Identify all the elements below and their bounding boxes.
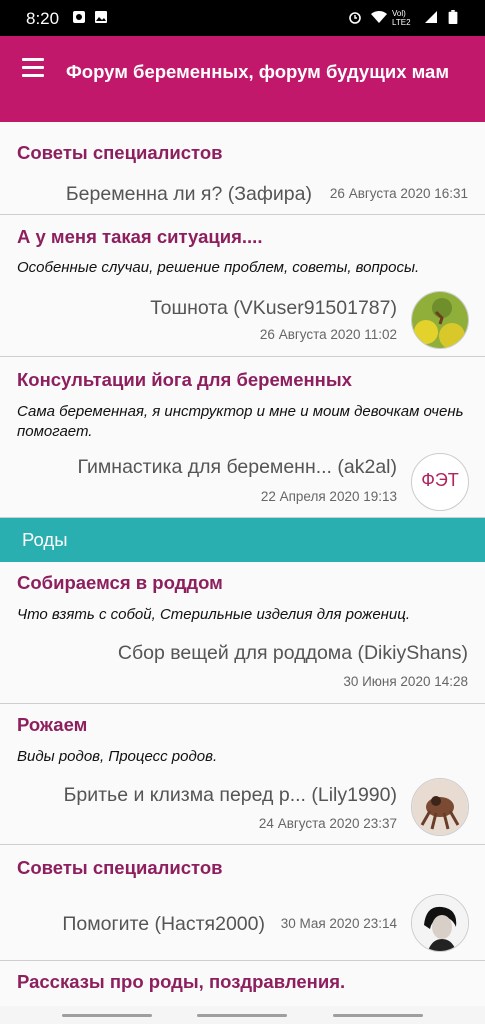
- last-topic-link[interactable]: Гимнастика для беременн... (ak2al): [78, 456, 397, 479]
- forum-category[interactable]: Рожаем Виды родов, Процесс родов. Бритье…: [0, 704, 485, 845]
- status-time: 8:20: [26, 9, 60, 28]
- last-post-date: 26 Августа 2020 11:02: [259, 327, 397, 342]
- wifi-icon: [371, 10, 387, 23]
- menu-button[interactable]: [22, 58, 44, 78]
- category-title[interactable]: Собираемся в роддом: [17, 572, 223, 594]
- forum-category[interactable]: Советы специалистов Помогите (Настя2000)…: [0, 845, 485, 961]
- app-bar: Форум беременных, форум будущих мам: [0, 36, 485, 122]
- section-label: Роды: [22, 529, 68, 550]
- last-topic-link[interactable]: Сбор вещей для роддома (DikiyShans): [118, 642, 468, 665]
- last-post-date: 26 Августа 2020 16:31: [329, 186, 468, 201]
- status-bar: 8:20 Vol) LTE2: [0, 0, 485, 36]
- user-avatar[interactable]: [411, 894, 469, 952]
- gallery-icon: [95, 11, 107, 23]
- last-post-date: 24 Августа 2020 23:37: [258, 816, 397, 831]
- battery-icon: [448, 10, 458, 24]
- user-avatar[interactable]: ФЭТ: [411, 453, 469, 511]
- last-topic-link[interactable]: Беременна ли я? (Зафира): [66, 183, 312, 206]
- user-avatar[interactable]: [411, 778, 469, 836]
- last-post-date: 30 Июня 2020 14:28: [343, 674, 468, 689]
- nav-home-handle[interactable]: [197, 1014, 287, 1017]
- section-header: Роды: [0, 518, 485, 562]
- notification-icon: [73, 11, 85, 23]
- forum-category[interactable]: Рассказы про роды, поздравления.: [0, 961, 485, 1006]
- forum-list[interactable]: Советы специалистов Беременна ли я? (Заф…: [0, 122, 485, 1006]
- last-post-date: 30 Мая 2020 23:14: [280, 916, 397, 931]
- category-description: Особенные случаи, решение проблем, совет…: [17, 259, 420, 276]
- signal-icon: [425, 11, 437, 23]
- last-post-date: 22 Апреля 2020 19:13: [260, 489, 397, 504]
- category-title[interactable]: Советы специалистов: [17, 857, 223, 879]
- alarm-icon: [349, 12, 361, 24]
- category-title[interactable]: Советы специалистов: [17, 142, 223, 164]
- forum-category[interactable]: Собираемся в роддом Что взять с собой, С…: [0, 562, 485, 704]
- category-description: Виды родов, Процесс родов.: [17, 748, 218, 765]
- forum-category[interactable]: А у меня такая ситуация.... Особенные сл…: [0, 215, 485, 357]
- category-title[interactable]: Рожаем: [17, 714, 87, 736]
- category-description: Что взять с собой, Стерильные изделия дл…: [17, 606, 410, 623]
- network-label: Vol) LTE2: [392, 9, 411, 27]
- category-title[interactable]: Консультации йога для беременных: [17, 369, 352, 391]
- page-title: Форум беременных, форум будущих мам: [66, 61, 450, 82]
- forum-category[interactable]: Консультации йога для беременных Сама бе…: [0, 357, 485, 518]
- system-nav-bar: [0, 1006, 485, 1024]
- nav-recents-handle[interactable]: [333, 1014, 423, 1017]
- avatar-logo-text: ФЭТ: [421, 470, 459, 490]
- last-topic-link[interactable]: Тошнота (VKuser91501787): [150, 297, 397, 320]
- category-description: Сама беременная, я инструктор и мне и мо…: [17, 403, 464, 440]
- last-topic-link[interactable]: Бритье и клизма перед р... (Lily1990): [64, 784, 397, 807]
- category-title[interactable]: А у меня такая ситуация....: [17, 226, 262, 248]
- forum-category[interactable]: Советы специалистов Беременна ли я? (Заф…: [0, 122, 485, 215]
- category-title[interactable]: Рассказы про роды, поздравления.: [17, 971, 345, 993]
- nav-back-handle[interactable]: [62, 1014, 152, 1017]
- user-avatar[interactable]: [411, 291, 469, 349]
- last-topic-link[interactable]: Помогите (Настя2000): [62, 913, 265, 936]
